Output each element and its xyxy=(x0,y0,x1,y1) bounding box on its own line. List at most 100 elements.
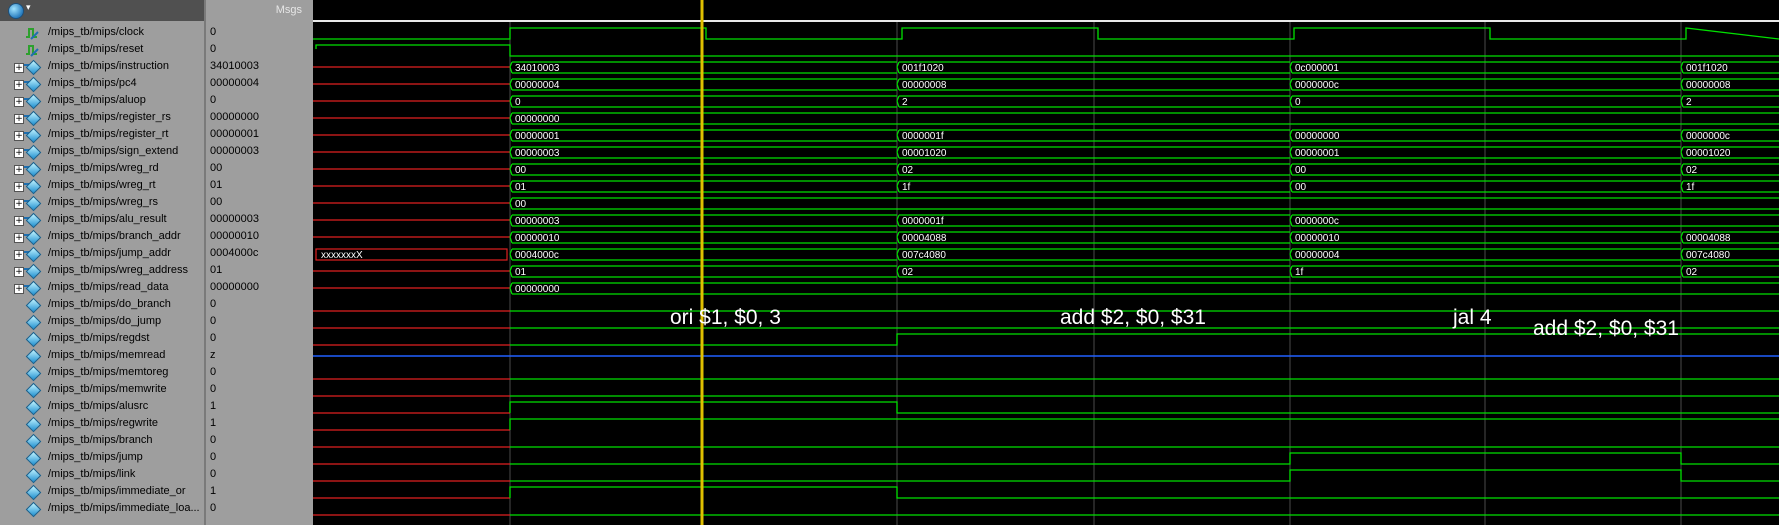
signal-value: 0 xyxy=(210,366,217,378)
signal-value-row: 00 xyxy=(206,161,312,178)
bus-value-label: 001f1020 xyxy=(1686,63,1728,74)
signal-row[interactable]: /mips_tb/mips/jump xyxy=(0,450,204,467)
dropdown-caret-icon[interactable]: ▾ xyxy=(26,2,31,13)
signal-diamond-icon xyxy=(25,331,42,348)
bus-value-label: 007c4080 xyxy=(1686,250,1730,261)
expand-icon[interactable]: + xyxy=(14,114,24,124)
signal-value: 0 xyxy=(210,451,217,463)
signal-row[interactable]: /mips_tb/mips/clock xyxy=(0,25,204,42)
signal-value: 00000000 xyxy=(210,281,259,293)
signal-row[interactable]: /mips_tb/mips/reset xyxy=(0,42,204,59)
signal-row[interactable]: /mips_tb/mips/branch xyxy=(0,433,204,450)
signal-value: 00000003 xyxy=(210,213,259,225)
waveform-canvas[interactable]: 34010003 001f1020 0c000001 001f102000000004… xyxy=(313,0,1779,525)
signal-value: 0 xyxy=(210,94,217,106)
signal-value-row: 00 xyxy=(206,195,312,212)
signal-row[interactable]: /mips_tb/mips/regwrite xyxy=(0,416,204,433)
bus-value-label: 00000001 xyxy=(515,131,560,142)
signal-row[interactable]: /mips_tb/mips/do_branch xyxy=(0,297,204,314)
signal-row[interactable]: /mips_tb/mips/alusrc xyxy=(0,399,204,416)
signal-diamond-icon xyxy=(25,467,42,484)
bus-value-label: 00 xyxy=(515,165,527,176)
bus-value-label: 02 xyxy=(902,165,914,176)
bit-waveform xyxy=(509,418,1779,430)
signal-row[interactable]: /mips_tb/mips/immediate_or xyxy=(0,484,204,501)
bus-value-label: 00000008 xyxy=(902,80,947,91)
clock-signal-icon xyxy=(26,45,39,57)
signal-row[interactable]: /mips_tb/mips/memwrite xyxy=(0,382,204,399)
bus-value-label: 02 xyxy=(1686,267,1698,278)
signal-row[interactable]: /mips_tb/mips/memread xyxy=(0,348,204,365)
expand-icon[interactable]: + xyxy=(14,233,24,243)
bus-value-label: 00000001 xyxy=(1295,148,1340,159)
signal-row[interactable]: + /mips_tb/mips/wreg_address xyxy=(0,263,204,280)
expand-icon[interactable]: + xyxy=(14,131,24,141)
signal-row[interactable]: + /mips_tb/mips/wreg_rs xyxy=(0,195,204,212)
signal-row[interactable]: + /mips_tb/mips/jump_addr xyxy=(0,246,204,263)
wave-toolbar-icon[interactable] xyxy=(8,3,24,19)
expand-icon[interactable]: + xyxy=(14,165,24,175)
bus-value-label: 2 xyxy=(902,97,908,108)
bus-value-label: 0000001f xyxy=(902,216,944,227)
signal-row[interactable]: + /mips_tb/mips/alu_result xyxy=(0,212,204,229)
signal-row[interactable]: + /mips_tb/mips/pc4 xyxy=(0,76,204,93)
signal-row[interactable]: + /mips_tb/mips/register_rt xyxy=(0,127,204,144)
signal-value-row: 0 xyxy=(206,501,312,518)
bus-value-label: 01 xyxy=(515,182,527,193)
expand-icon[interactable]: + xyxy=(14,216,24,226)
expand-icon[interactable]: + xyxy=(14,97,24,107)
signal-row[interactable]: + /mips_tb/mips/wreg_rt xyxy=(0,178,204,195)
signal-diamond-icon xyxy=(25,382,42,399)
signal-row[interactable]: /mips_tb/mips/memtoreg xyxy=(0,365,204,382)
signal-diamond-icon xyxy=(25,246,42,263)
signal-value: 0 xyxy=(210,298,217,310)
expand-icon[interactable]: + xyxy=(14,80,24,90)
signal-row[interactable]: + /mips_tb/mips/wreg_rd xyxy=(0,161,204,178)
clock-signal-icon xyxy=(26,28,39,40)
signal-row[interactable]: /mips_tb/mips/immediate_loa... xyxy=(0,501,204,518)
bus-value-label: 00000010 xyxy=(515,233,560,244)
expand-icon[interactable]: + xyxy=(14,284,24,294)
signal-value-row: 0 xyxy=(206,25,312,42)
signal-value-row: 00000001 xyxy=(206,127,312,144)
waveform-pane[interactable]: 34010003 001f1020 0c000001 001f1020 00000004… xyxy=(313,0,1779,525)
signal-value-row: 0 xyxy=(206,314,312,331)
signal-row[interactable]: /mips_tb/mips/regdst xyxy=(0,331,204,348)
bus-segment xyxy=(1680,180,1779,193)
bus-value-label: 02 xyxy=(902,267,914,278)
signal-diamond-icon xyxy=(25,263,42,280)
signal-row[interactable]: /mips_tb/mips/do_jump xyxy=(0,314,204,331)
signal-value: 0 xyxy=(210,332,217,344)
signal-value-row: 00000003 xyxy=(206,144,312,161)
expand-icon[interactable]: + xyxy=(14,250,24,260)
bus-value-label: xxxxxxxX xyxy=(321,250,363,261)
signal-row[interactable]: + /mips_tb/mips/sign_extend xyxy=(0,144,204,161)
signal-name: /mips_tb/mips/do_branch xyxy=(48,298,171,310)
signal-name: /mips_tb/mips/wreg_rs xyxy=(48,196,159,208)
signal-value: 1 xyxy=(210,400,217,412)
signal-value: 00 xyxy=(210,196,223,208)
signal-row[interactable]: + /mips_tb/mips/read_data xyxy=(0,280,204,297)
signal-diamond-icon xyxy=(25,161,42,178)
signal-value: 00 xyxy=(210,162,223,174)
signal-value: 00000004 xyxy=(210,77,259,89)
signal-row[interactable]: + /mips_tb/mips/register_rs xyxy=(0,110,204,127)
expand-icon[interactable]: + xyxy=(14,148,24,158)
expand-icon[interactable]: + xyxy=(14,199,24,209)
expand-icon[interactable]: + xyxy=(14,267,24,277)
bus-value-label: 0004000c xyxy=(515,250,559,261)
signal-value-row: 01 xyxy=(206,263,312,280)
signal-diamond-icon xyxy=(25,399,42,416)
signal-row[interactable]: + /mips_tb/mips/branch_addr xyxy=(0,229,204,246)
expand-icon[interactable]: + xyxy=(14,182,24,192)
signal-value-pane: Msgs 0 0 34010003 00000004 0 00000000 00000001… xyxy=(204,0,516,525)
bus-value-label: 00001020 xyxy=(902,148,947,159)
signal-row[interactable]: + /mips_tb/mips/instruction xyxy=(0,59,204,76)
expand-icon[interactable]: + xyxy=(14,63,24,73)
signal-value-row: 01 xyxy=(206,178,312,195)
signal-name: /mips_tb/mips/reset xyxy=(48,43,144,55)
signal-row[interactable]: /mips_tb/mips/link xyxy=(0,467,204,484)
signal-row[interactable]: + /mips_tb/mips/aluop xyxy=(0,93,204,110)
bus-value-label: 1f xyxy=(1686,182,1695,193)
signal-name-pane: ▾ /mips_tb/mips/clock/mips_tb/mips/reset… xyxy=(0,0,204,525)
